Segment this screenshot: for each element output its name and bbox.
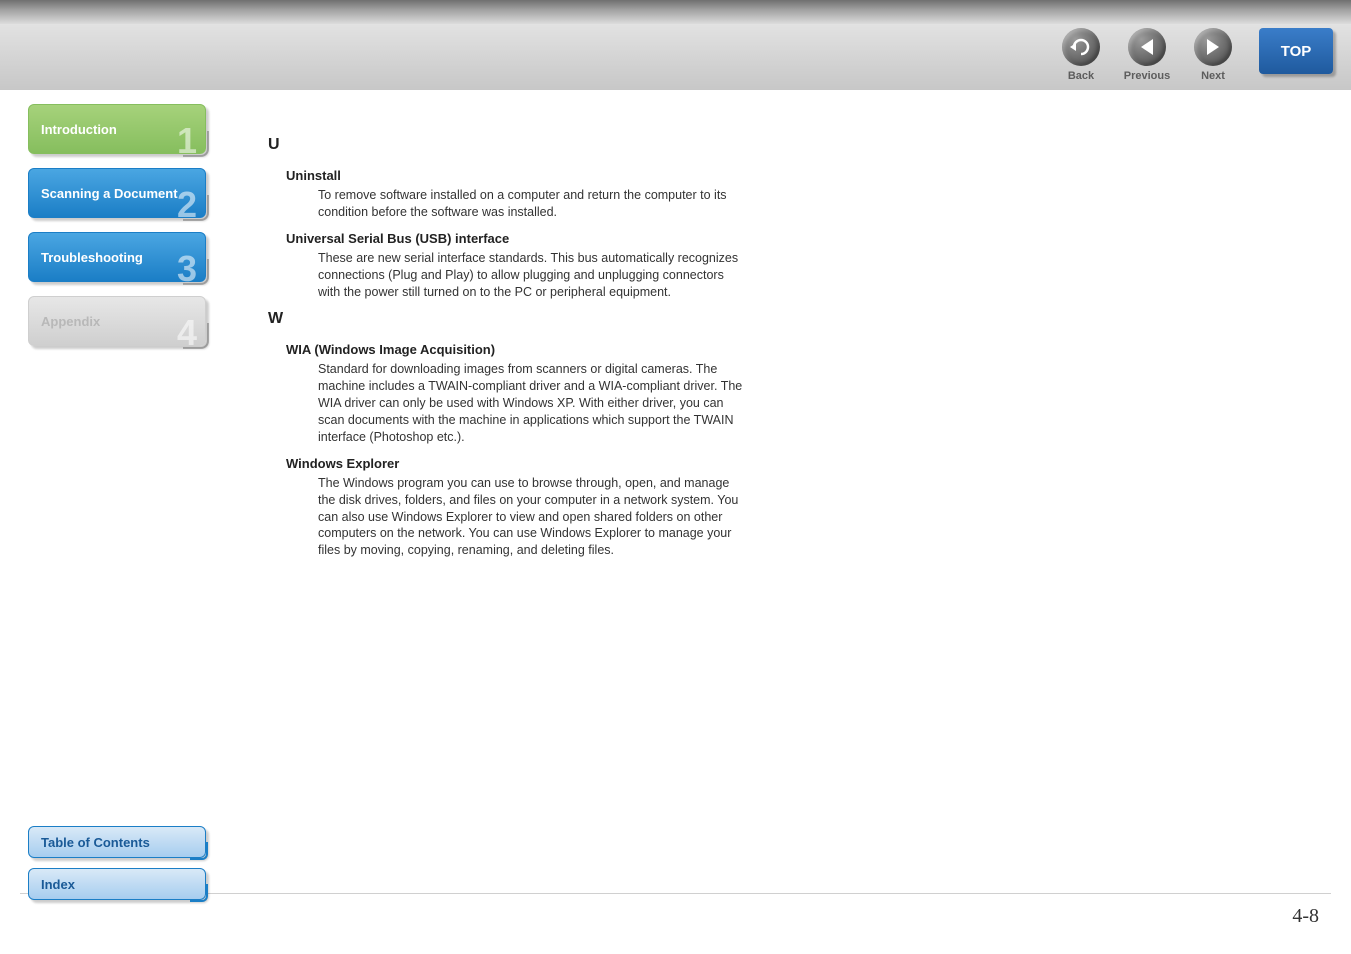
sidebar-item-label: Troubleshooting: [41, 250, 143, 265]
sidebar-item-scanning[interactable]: Scanning a Document 2: [28, 168, 206, 218]
section-letter-w: W: [268, 310, 748, 328]
glossary-definition: The Windows program you can use to brows…: [318, 475, 748, 559]
previous-label: Previous: [1124, 70, 1170, 82]
toc-label: Table of Contents: [41, 835, 150, 850]
back-button[interactable]: Back: [1057, 28, 1105, 82]
bottom-nav: Table of Contents Index: [28, 826, 206, 910]
previous-button[interactable]: Previous: [1123, 28, 1171, 82]
back-label: Back: [1068, 70, 1094, 82]
sidebar: Introduction 1 Scanning a Document 2 Tro…: [28, 104, 218, 360]
glossary-term: Universal Serial Bus (USB) interface: [286, 231, 748, 246]
index-label: Index: [41, 877, 75, 892]
sidebar-item-label: Appendix: [41, 314, 100, 329]
next-icon: [1194, 28, 1232, 66]
glossary-term: WIA (Windows Image Acquisition): [286, 342, 748, 357]
glossary-content: U Uninstall To remove software installed…: [268, 126, 748, 569]
header-nav-buttons: Back Previous Next: [1057, 24, 1237, 82]
header-bar: Back Previous Next TOP: [0, 24, 1351, 90]
glossary-definition: These are new serial interface standards…: [318, 250, 748, 301]
footer-divider: [20, 893, 1331, 894]
back-icon: [1062, 28, 1100, 66]
next-button[interactable]: Next: [1189, 28, 1237, 82]
glossary-term: Windows Explorer: [286, 456, 748, 471]
page-number: 4-8: [1292, 905, 1319, 928]
glossary-term: Uninstall: [286, 168, 748, 183]
sidebar-item-troubleshooting[interactable]: Troubleshooting 3: [28, 232, 206, 282]
top-gradient-bar: [0, 0, 1351, 24]
glossary-definition: Standard for downloading images from sca…: [318, 361, 748, 445]
index-button[interactable]: Index: [28, 868, 206, 900]
top-label: TOP: [1281, 43, 1312, 60]
sidebar-item-label: Introduction: [41, 122, 117, 137]
previous-icon: [1128, 28, 1166, 66]
sidebar-item-introduction[interactable]: Introduction 1: [28, 104, 206, 154]
top-button[interactable]: TOP: [1259, 28, 1333, 74]
sidebar-item-label: Scanning a Document: [41, 186, 178, 201]
section-letter-u: U: [268, 136, 748, 154]
sidebar-item-appendix[interactable]: Appendix 4: [28, 296, 206, 346]
next-label: Next: [1201, 70, 1225, 82]
toc-button[interactable]: Table of Contents: [28, 826, 206, 858]
glossary-definition: To remove software installed on a comput…: [318, 187, 748, 221]
